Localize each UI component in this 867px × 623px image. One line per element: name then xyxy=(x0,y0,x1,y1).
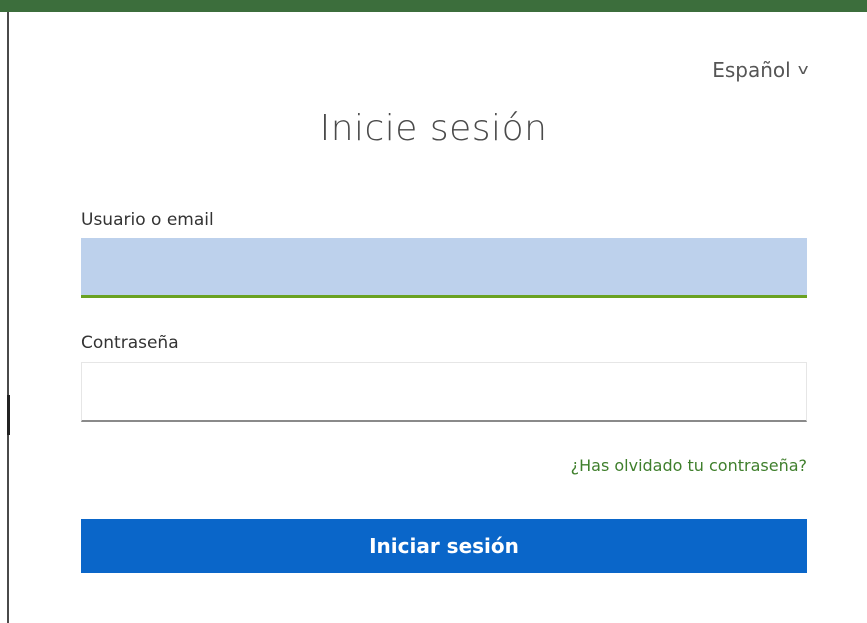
forgot-password-link[interactable]: ¿Has olvidado tu contraseña? xyxy=(571,456,807,475)
window-left-edge-mark xyxy=(7,395,10,435)
language-label: Español xyxy=(712,58,791,82)
chevron-down-icon: v xyxy=(797,62,809,78)
username-input[interactable] xyxy=(81,238,807,298)
sign-in-button-label: Iniciar sesión xyxy=(369,534,519,558)
page-title: Inicie sesión xyxy=(319,108,548,149)
language-selector[interactable]: Español v xyxy=(712,58,809,82)
login-window: Español v Inicie sesión Usuario o email … xyxy=(0,0,867,623)
window-left-edge xyxy=(7,12,9,623)
sign-in-button[interactable]: Iniciar sesión xyxy=(81,519,807,573)
password-input[interactable] xyxy=(81,362,807,422)
username-label: Usuario o email xyxy=(81,210,214,230)
password-label: Contraseña xyxy=(81,333,179,353)
window-top-bar xyxy=(0,0,867,12)
